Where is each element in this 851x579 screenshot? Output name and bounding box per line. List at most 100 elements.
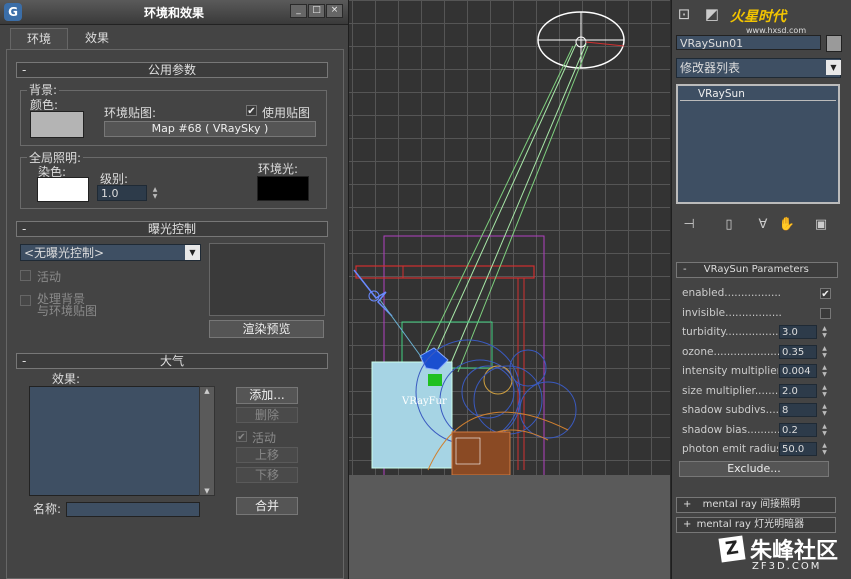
pin-stack-icon[interactable]: ⊣: [680, 216, 698, 234]
effect-active-label: 活动: [252, 431, 277, 445]
dialog-titlebar[interactable]: G 环境和效果 _ □ ×: [0, 0, 348, 25]
tab-environment[interactable]: 环境: [10, 28, 68, 49]
shadow-subdivs-arrows[interactable]: ▲ ▼: [820, 403, 829, 417]
modify-tab-icon[interactable]: ◩: [703, 5, 721, 23]
move-down-button[interactable]: 下移: [236, 467, 298, 483]
move-up-button[interactable]: 上移: [236, 447, 298, 463]
exposure-active-checkbox[interactable]: [20, 270, 31, 281]
photon-radius-spinner[interactable]: 50.0: [779, 442, 817, 456]
effects-label: 效果:: [52, 372, 81, 386]
add-effect-button[interactable]: 添加...: [236, 387, 298, 404]
enabled-checkbox[interactable]: ✔: [820, 288, 831, 300]
viewport-bottom-area: [348, 475, 670, 579]
make-unique-icon[interactable]: ∀: [754, 216, 772, 234]
render-preview-button[interactable]: 渲染预览: [209, 320, 324, 338]
object-color-swatch[interactable]: [826, 35, 842, 52]
exposure-control-select[interactable]: <无曝光控制>: [20, 244, 201, 261]
ozone-arrows[interactable]: ▲ ▼: [820, 345, 829, 359]
photon-radius-arrows[interactable]: ▲ ▼: [820, 442, 829, 456]
environment-map-button[interactable]: Map #68 ( VRaySky ): [104, 121, 316, 137]
vraysun-params-header[interactable]: - VRaySun Parameters: [676, 262, 838, 278]
common-params-rollout-header[interactable]: - 公用参数: [16, 62, 328, 78]
exposure-rollout-header[interactable]: - 曝光控制: [16, 221, 328, 237]
level-spinner[interactable]: 1.0: [97, 185, 147, 201]
hxsd-watermark: 火星时代: [730, 9, 786, 25]
shadow-bias-arrows[interactable]: ▲ ▼: [820, 423, 829, 437]
mr-shader-rollout[interactable]: + mental ray 灯光明暗器: [676, 517, 836, 533]
chevron-down-icon[interactable]: ▼: [185, 245, 200, 260]
param-turbidity-label: turbidity....................: [682, 326, 782, 338]
param-photon-radius-label: photon emit radius...: [682, 443, 778, 455]
param-ozone-label: ozone.........................: [682, 346, 782, 358]
tab-effects[interactable]: 效果: [68, 28, 126, 48]
param-shadow-bias-label: shadow bias..........: [682, 424, 781, 436]
param-enabled-label: enabled.......................: [682, 287, 782, 299]
minimize-button[interactable]: _: [290, 4, 307, 18]
perspective-viewport[interactable]: VRayFur: [348, 0, 670, 475]
size-arrows[interactable]: ▲ ▼: [820, 384, 829, 398]
configure-sets-icon[interactable]: ▣: [812, 216, 830, 234]
shadow-subdivs-spinner[interactable]: 8: [779, 403, 817, 417]
merge-button[interactable]: 合并: [236, 497, 298, 515]
param-size-label: size multiplier........: [682, 385, 782, 397]
ozone-spinner[interactable]: 0.35: [779, 345, 817, 359]
turbidity-arrows[interactable]: ▲ ▼: [820, 325, 829, 339]
intensity-arrows[interactable]: ▲ ▼: [820, 364, 829, 378]
object-name-input[interactable]: VRaySun01: [676, 35, 821, 50]
remove-modifier-icon[interactable]: ✋: [778, 216, 796, 234]
collapse-icon: -: [22, 222, 27, 236]
size-spinner[interactable]: 2.0: [779, 384, 817, 398]
intensity-spinner[interactable]: 0.004: [779, 364, 817, 378]
modifier-list-select[interactable]: 修改器列表: [676, 58, 841, 78]
atmosphere-title: 大气: [159, 354, 184, 368]
param-invisible-label: invisible.......................: [682, 307, 782, 319]
name-label: 名称:: [33, 502, 62, 516]
ambient-label: 环境光:: [258, 162, 299, 176]
effects-list[interactable]: [29, 386, 201, 496]
collapse-icon: -: [683, 264, 687, 275]
mr-indirect-rollout[interactable]: + mental ray 间接照明: [676, 497, 836, 513]
zf3d-logo-icon: Z: [718, 535, 746, 563]
expand-icon: +: [683, 499, 692, 510]
effect-name-input[interactable]: [66, 502, 200, 517]
delete-effect-button[interactable]: 删除: [236, 407, 298, 423]
env-map-label: 环境贴图:: [104, 106, 157, 120]
effect-active-checkbox[interactable]: ✔: [236, 431, 247, 443]
close-button[interactable]: ×: [326, 4, 343, 18]
process-bg-checkbox[interactable]: [20, 295, 31, 306]
hxsd-watermark-url: www.hxsd.com: [746, 26, 807, 35]
background-color-swatch[interactable]: [30, 111, 84, 138]
common-params-title: 公用参数: [147, 63, 196, 77]
modifier-stack[interactable]: [676, 84, 840, 204]
create-tab-icon[interactable]: ⊡: [675, 5, 693, 23]
collapse-icon: -: [22, 63, 27, 77]
tint-color-swatch[interactable]: [37, 177, 89, 202]
use-map-label: 使用贴图: [262, 106, 311, 120]
param-intensity-label: intensity multiplier....: [682, 365, 778, 377]
ambient-color-swatch[interactable]: [257, 176, 309, 201]
mr-shader-title: mental ray 灯光明暗器: [696, 519, 805, 530]
invisible-checkbox[interactable]: [820, 308, 831, 319]
exposure-title: 曝光控制: [147, 222, 196, 236]
stack-item-vraysun[interactable]: VRaySun: [680, 88, 836, 101]
use-map-checkbox[interactable]: ✔: [246, 105, 257, 117]
process-env-label: 与环境贴图: [37, 304, 98, 318]
atmosphere-rollout-header[interactable]: - 大气: [16, 353, 328, 369]
expand-icon: +: [683, 519, 692, 530]
vrayfur-object-label: VRayFur: [402, 396, 447, 407]
show-end-result-icon[interactable]: ▯: [720, 216, 738, 234]
zf3d-site-url: ZF3D.COM: [752, 561, 822, 572]
exclude-button[interactable]: Exclude...: [679, 461, 829, 477]
chevron-down-icon[interactable]: ▼: [826, 60, 841, 75]
mr-indirect-title: mental ray 间接照明: [702, 499, 801, 510]
exposure-preview-area: [209, 243, 325, 316]
exposure-active-label: 活动: [37, 270, 62, 284]
turbidity-spinner[interactable]: 3.0: [779, 325, 817, 339]
environment-effects-dialog: G 环境和效果 _ □ × 环境 效果 - 公用参数 背景: 颜色: 环境贴图:…: [0, 0, 349, 579]
vraysun-params-title: VRaySun Parameters: [703, 264, 809, 275]
collapse-icon: -: [22, 354, 27, 368]
shadow-bias-spinner[interactable]: 0.2: [779, 423, 817, 437]
level-spinner-arrows[interactable]: ▲ ▼: [151, 186, 159, 201]
effects-list-scrollbar[interactable]: ▲ ▼: [199, 386, 215, 496]
maximize-button[interactable]: □: [308, 4, 325, 18]
